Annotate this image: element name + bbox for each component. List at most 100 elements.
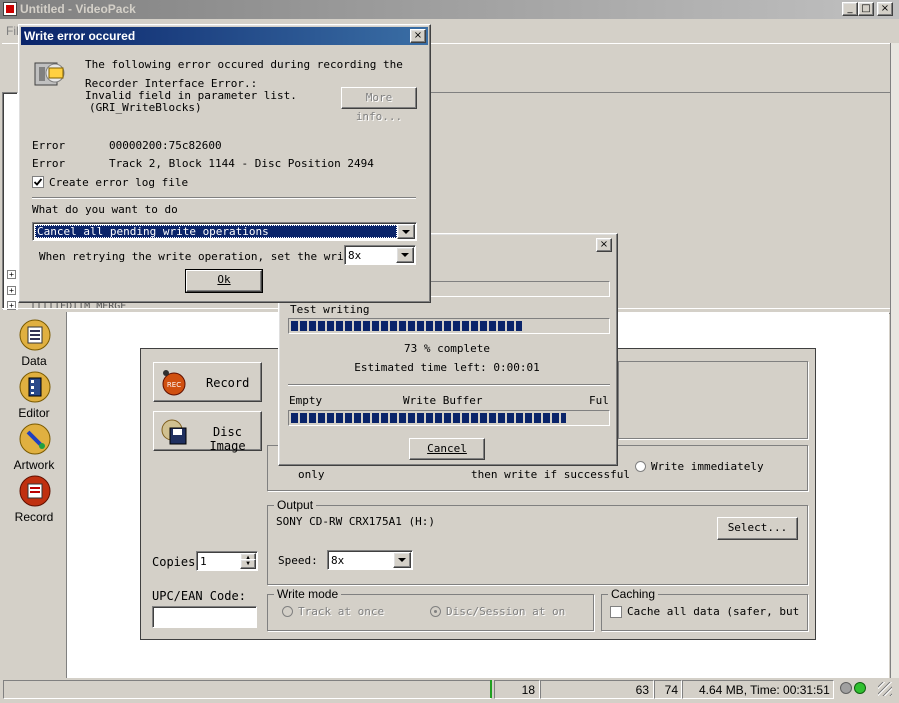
write-immediately-radio[interactable] [635, 461, 646, 472]
percent-complete-text: 73 % complete [403, 342, 491, 355]
write-buffer-fill [291, 413, 566, 423]
status-pane-info: 4.64 MB, Time: 00:31:51 [682, 680, 834, 699]
app-icon[interactable] [3, 2, 17, 16]
status-pane-main [3, 680, 491, 699]
select-device-label: Select... [727, 521, 788, 534]
track-at-once-radio[interactable] [282, 606, 293, 617]
error-row-1-label: Error [32, 139, 66, 152]
buffer-full-label: Ful [589, 394, 609, 407]
record-button-label: Record [206, 376, 250, 390]
ok-button[interactable]: Ok [185, 269, 263, 293]
sidebar-item-record[interactable]: Record [2, 472, 66, 524]
sidebar-item-artwork[interactable]: Artwork [2, 420, 66, 472]
sidebar-item-editor[interactable]: Editor [2, 368, 66, 420]
error-message-line1: The following error occured during recor… [85, 58, 403, 71]
caching-legend: Caching [608, 587, 659, 601]
close-icon: × [880, 3, 890, 14]
error-close-button[interactable]: × [410, 29, 426, 43]
close-button[interactable]: × [877, 2, 893, 16]
time-left-text: Estimated time left: 0:00:01 [354, 361, 540, 374]
record-button-icon: REC [162, 370, 186, 396]
resize-grip-icon[interactable] [878, 682, 892, 696]
speed-label: Speed: [278, 554, 318, 567]
error-row-1-value: 00000200:75c82600 [109, 139, 222, 152]
disc-session-radio[interactable] [430, 606, 441, 617]
copies-stepper[interactable]: 1 ▲ ▼ [196, 551, 258, 571]
chevron-down-icon[interactable] [393, 552, 411, 568]
status-files: 18 [521, 683, 535, 697]
write-buffer-bar [288, 410, 610, 426]
editor-icon [19, 371, 51, 403]
error-message-line4: (GRI_WriteBlocks) [89, 101, 202, 114]
disc-session-label[interactable]: Disc/Session at on [446, 605, 565, 618]
main-title-bar[interactable]: Untitled - VideoPack _ □ × [0, 0, 899, 19]
ok-label: Ok [217, 273, 231, 286]
progress-close-button[interactable]: × [596, 238, 612, 252]
write-buffer-label: Write Buffer [403, 394, 483, 407]
mode-option-only[interactable]: only [298, 468, 325, 481]
progress-cancel-button[interactable]: Cancel [409, 438, 485, 460]
cache-all-data-label[interactable]: Cache all data (safer, but s [627, 605, 799, 618]
retry-speed-select[interactable]: 8x [344, 245, 416, 265]
artwork-icon [19, 423, 51, 455]
output-group: Output SONY CD-RW CRX175A1 (H:) Select..… [267, 498, 808, 585]
error-title-bar[interactable]: Write error occured × [21, 27, 428, 45]
sidebar-item-data[interactable]: Data [2, 316, 66, 368]
maximize-icon: □ [861, 3, 871, 14]
create-log-label[interactable]: Create error log file [49, 176, 188, 189]
minimize-icon: _ [847, 3, 853, 14]
close-icon: × [413, 30, 423, 41]
output-legend: Output [274, 498, 317, 512]
disc-image-button-label: Disc Image [209, 425, 246, 453]
chevron-down-icon[interactable] [396, 247, 414, 263]
menu-file[interactable]: Fil [6, 24, 19, 38]
record-button[interactable]: REC Record [153, 362, 262, 402]
action-value: Cancel all pending write operations [37, 225, 269, 238]
tree-expand-2[interactable]: + [7, 286, 16, 295]
minimize-button[interactable]: _ [842, 2, 858, 16]
more-info-button[interactable]: More info... [341, 87, 417, 123]
status-grey-dot-icon [840, 682, 852, 694]
error-dialog: Write error occured × The following erro… [18, 24, 431, 303]
sidebar-item-label: Record [14, 510, 54, 524]
speed-value: 8x [331, 554, 345, 567]
progress-cancel-label: Cancel [427, 442, 467, 455]
summary-frame [618, 361, 808, 439]
mode-option-write-immediately[interactable]: Write immediately [651, 460, 764, 473]
vertical-scrollbar[interactable] [890, 43, 899, 678]
copies-value: 1 [200, 555, 207, 568]
speed-select[interactable]: 8x [327, 550, 413, 570]
disc-image-button[interactable]: Disc Image [153, 411, 262, 453]
action-select[interactable]: Cancel all pending write operations [32, 222, 417, 241]
retry-speed-label: When retrying the write operation, set t… [39, 250, 371, 263]
tree-expand-1[interactable]: + [7, 270, 16, 279]
mode-option-write-if-successful[interactable]: then write if successful [471, 468, 630, 481]
write-mode-group: Write mode Track at once Disc/Session at… [267, 587, 594, 631]
sidebar: Data Editor Artwork Record [2, 312, 67, 678]
caching-group: Caching Cache all data (safer, but s [601, 587, 808, 631]
error-divider [32, 197, 416, 199]
chevron-down-icon[interactable] [397, 224, 415, 239]
status-green-dot-icon [854, 682, 866, 694]
status-pane-value2: 63 [540, 680, 654, 699]
error-title: Write error occured [24, 29, 136, 43]
svg-text:REC: REC [167, 381, 181, 389]
upc-label: UPC/EAN Code: [152, 589, 246, 603]
track-at-once-label[interactable]: Track at once [298, 605, 384, 618]
status-separator-green [490, 680, 492, 698]
data-icon [19, 319, 51, 351]
select-device-button[interactable]: Select... [717, 517, 798, 540]
status-pane-files: 18 [494, 680, 540, 699]
upc-field[interactable] [152, 606, 257, 628]
test-writing-progress-bar [288, 318, 610, 334]
create-log-checkbox[interactable] [32, 176, 44, 188]
checkmark-icon [33, 178, 43, 186]
error-row-2-value: Track 2, Block 1144 - Disc Position 2494 [109, 157, 374, 170]
maximize-button[interactable]: □ [858, 2, 874, 16]
status-value3: 74 [664, 683, 678, 697]
status-info: 4.64 MB, Time: 00:31:51 [699, 683, 830, 697]
test-writing-label: Test writing [290, 303, 370, 316]
more-info-label: More info... [355, 91, 403, 123]
cache-all-data-checkbox[interactable] [610, 606, 622, 618]
stepper-down-icon[interactable]: ▼ [240, 559, 256, 569]
